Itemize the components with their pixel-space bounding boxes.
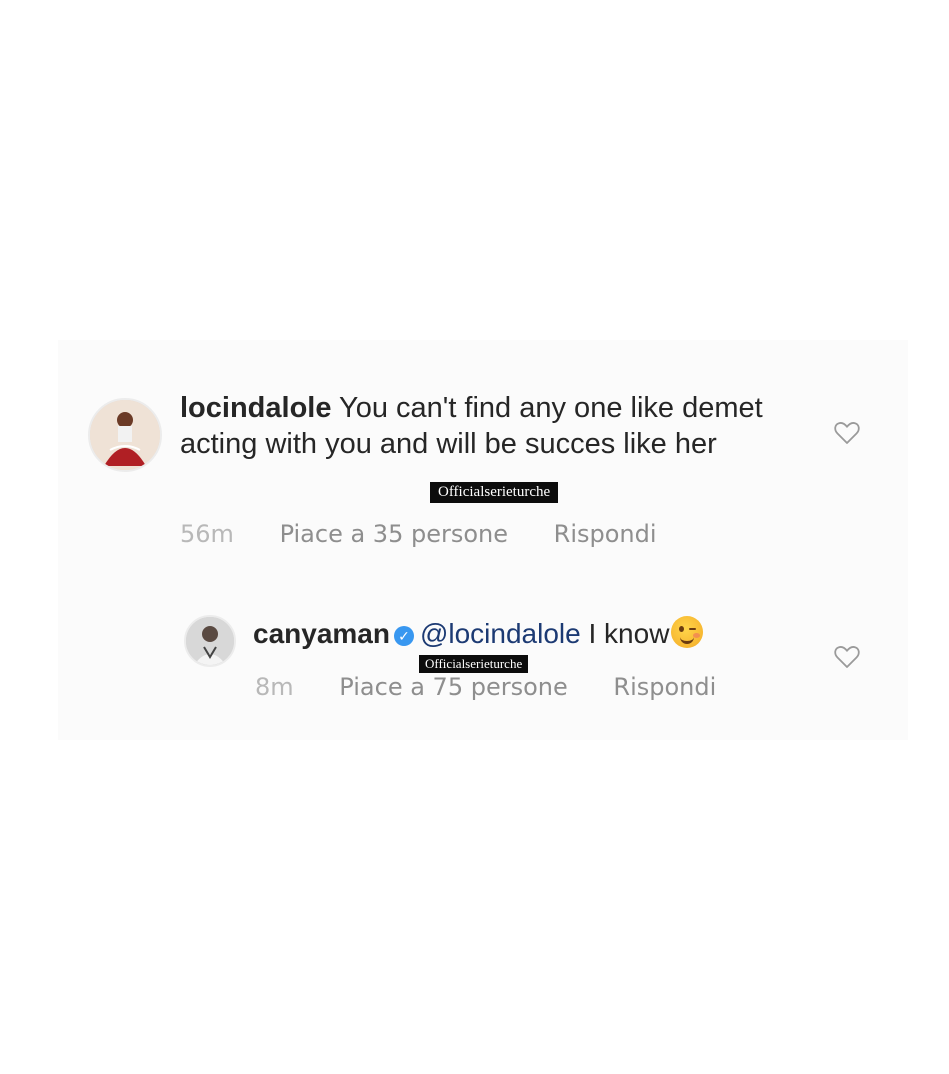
comment-1-username[interactable]: locindalole — [180, 392, 331, 424]
comment-1-body: locindalole You can't find any one like … — [180, 390, 800, 462]
comment-2-text: I know — [588, 618, 670, 649]
heart-icon[interactable] — [833, 420, 861, 446]
comment-2-username[interactable]: canyaman — [253, 618, 390, 649]
comment-2-body: canyaman ✓ @locindalole I know — [253, 616, 813, 652]
comment-1-likes[interactable]: Piace a 35 persone — [280, 520, 508, 548]
winking-face-emoji-icon — [671, 616, 704, 648]
avatar-image — [186, 617, 234, 665]
comment-2-reply-button[interactable]: Rispondi — [613, 673, 716, 701]
watermark-1: Officialserieturche — [430, 482, 559, 503]
avatar-canyaman[interactable] — [184, 615, 236, 667]
verified-badge-icon: ✓ — [393, 626, 414, 646]
avatar-locindalole[interactable] — [88, 398, 162, 472]
avatar-image — [90, 400, 160, 470]
comment-2-time: 8m — [255, 673, 294, 701]
comment-2-likes[interactable]: Piace a 75 persone — [339, 673, 567, 701]
comment-2-meta: 8m Piace a 75 persone Rispondi — [255, 673, 754, 701]
watermark-2: Officialserieturche — [419, 655, 529, 673]
comment-1-time: 56m — [180, 520, 234, 548]
comment-1-meta: 56m Piace a 35 persone Rispondi — [180, 520, 695, 548]
heart-icon[interactable] — [833, 644, 861, 670]
comment-2-mention[interactable]: @locindalole — [420, 618, 581, 649]
comment-1-reply-button[interactable]: Rispondi — [554, 520, 657, 548]
